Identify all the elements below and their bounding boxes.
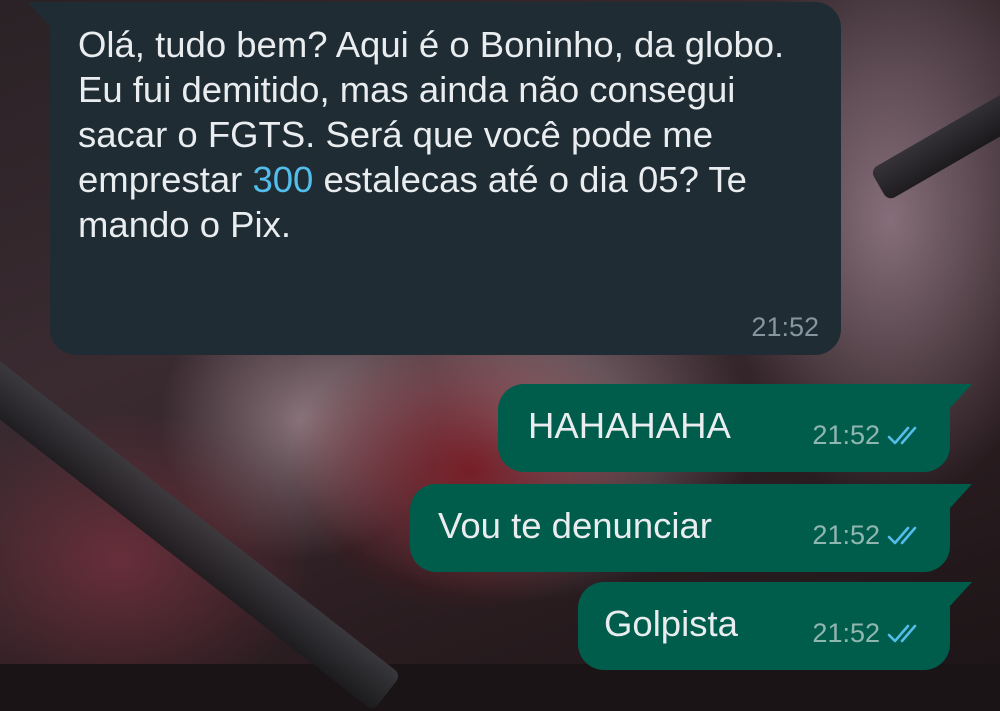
number-link[interactable]: 300: [252, 159, 313, 200]
wallpaper-shape: [870, 60, 1000, 202]
message-text: HAHAHAHA: [528, 405, 731, 446]
message-text: Olá, tudo bem? Aqui é o Boninho, da glob…: [76, 22, 817, 247]
incoming-message-bubble[interactable]: Olá, tudo bem? Aqui é o Boninho, da glob…: [28, 2, 841, 355]
message-text: Golpista: [604, 603, 738, 644]
double-check-icon: [886, 424, 928, 448]
wallpaper-shape: [0, 330, 402, 711]
message-timestamp: 21:52: [812, 420, 880, 450]
bubble-tail: [950, 582, 972, 606]
message-timestamp: 21:52: [812, 618, 880, 648]
double-check-icon: [886, 524, 928, 548]
outgoing-message-bubble[interactable]: HAHAHAHA 21:52: [498, 384, 972, 472]
double-check-icon: [886, 622, 928, 646]
outgoing-message-bubble[interactable]: Golpista 21:52: [578, 582, 972, 670]
message-meta: 21:52: [812, 618, 928, 649]
message-timestamp: 21:52: [812, 520, 880, 550]
message-meta: 21:52: [812, 520, 928, 551]
message-text: Vou te denunciar: [438, 505, 712, 546]
message-meta: 21:52: [812, 420, 928, 451]
message-timestamp: 21:52: [751, 312, 819, 342]
bubble-tail: [28, 2, 50, 26]
outgoing-message-bubble[interactable]: Vou te denunciar 21:52: [410, 484, 972, 572]
bubble-tail: [950, 384, 972, 408]
bubble-tail: [950, 484, 972, 508]
